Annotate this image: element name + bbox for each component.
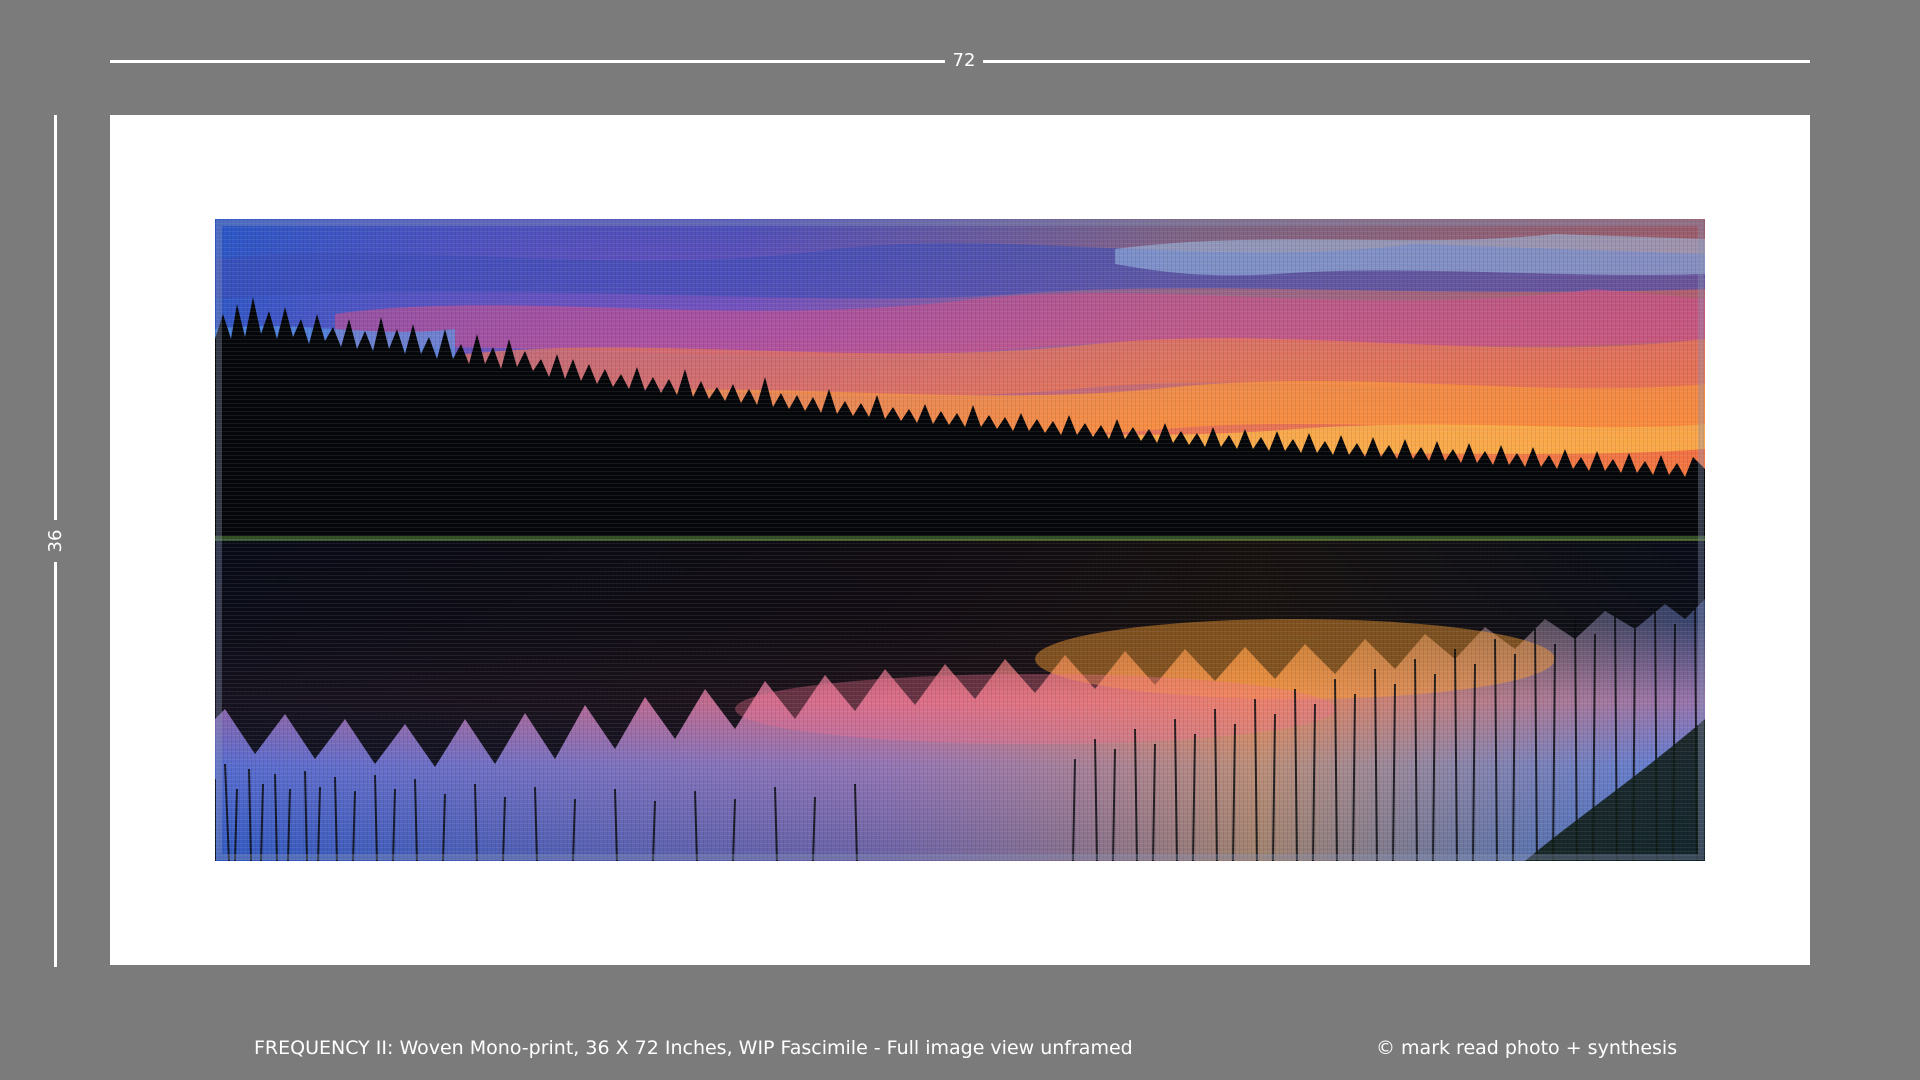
artwork-caption: FREQUENCY II: Woven Mono-print, 36 X 72 … [254,1037,1133,1059]
artwork-image [215,219,1705,861]
width-dimension-line-left [110,60,945,63]
height-dimension-line: 36 [45,115,66,967]
height-dimension-label: 36 [45,529,66,553]
width-dimension-line: 72 [110,50,1810,71]
height-dimension-line-bottom [54,562,57,967]
copyright-caption: © mark read photo + synthesis [1376,1037,1678,1059]
width-dimension-line-right [983,60,1810,63]
width-dimension-label: 72 [952,50,976,71]
height-dimension-line-top [54,115,57,520]
